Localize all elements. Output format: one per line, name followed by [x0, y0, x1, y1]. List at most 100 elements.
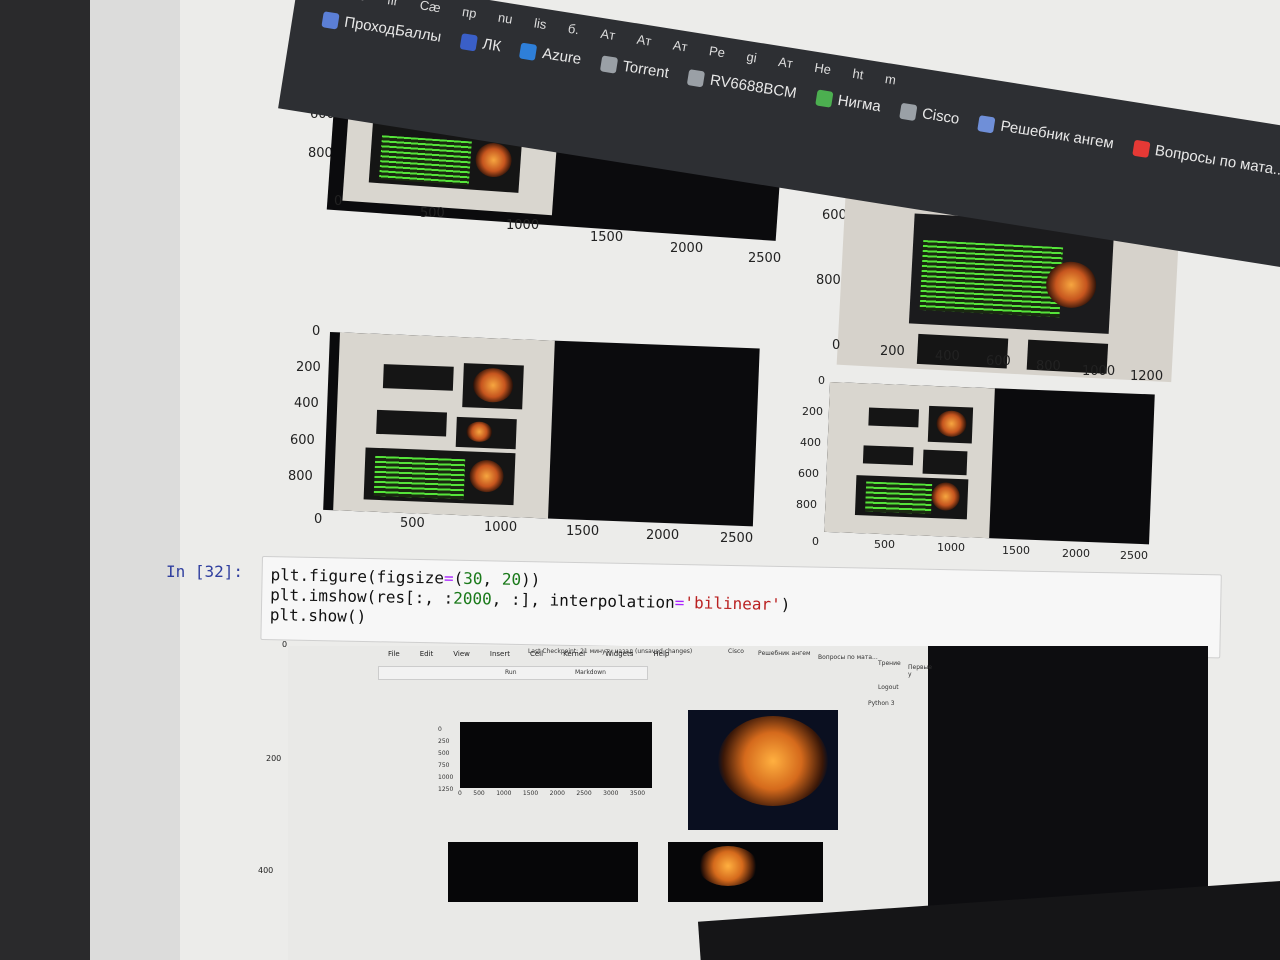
browser-tab[interactable]: Aт: [600, 26, 617, 43]
plot-image: [824, 382, 1155, 545]
y-tick: 0: [312, 324, 321, 339]
y-tick: 0: [282, 640, 288, 649]
y-tick: 600: [290, 433, 315, 448]
bookmark-label: Решебник ангем: [999, 117, 1115, 153]
y-tick: 200: [296, 360, 321, 375]
bookmark-label: ЛК: [481, 35, 503, 56]
browser-tab[interactable]: Pе: [708, 43, 726, 60]
browser-tab[interactable]: m: [884, 71, 897, 88]
bookmark-item[interactable]: Torrent: [599, 54, 671, 82]
y-tick: 600: [798, 467, 819, 480]
bookmark-label: Вопросы по мата...: [1153, 142, 1280, 180]
x-tick: 2000: [646, 528, 680, 543]
x-tick: 1000: [1082, 364, 1116, 379]
firework-image: [718, 716, 828, 806]
x-tick: 800: [1036, 359, 1061, 374]
eu-icon: [459, 32, 478, 51]
x-tick: 0: [314, 512, 323, 527]
output-bookmark: Первые у: [908, 664, 932, 678]
x-tick: 0: [334, 194, 343, 209]
x-tick: 1000: [937, 541, 965, 554]
browser-tab[interactable]: eratins: [326, 0, 367, 4]
x-tick: 600: [986, 354, 1011, 369]
y-tick: 0: [818, 374, 825, 387]
x-tick: 1200: [1130, 369, 1164, 384]
cell-prompt: In [32]:: [166, 562, 244, 581]
bookmark-item[interactable]: ПроходБаллы: [321, 10, 442, 46]
y-tick: 800: [308, 146, 333, 161]
x-tick: 500: [420, 206, 445, 221]
x-tick: 1500: [566, 524, 600, 539]
bookmark-label: Torrent: [621, 57, 671, 82]
output-subplot: [448, 842, 638, 902]
folder-icon: [599, 54, 618, 74]
browser-tab[interactable]: Hе: [813, 60, 832, 77]
browser-tab[interactable]: Aт: [636, 32, 653, 49]
browser-tab[interactable]: Cæ: [419, 0, 442, 15]
x-tick: 2000: [670, 241, 704, 256]
bookmark-label: Azure: [541, 45, 583, 68]
output-bookmark: Решебник ангем: [758, 650, 811, 657]
x-tick: 400: [935, 349, 960, 364]
firework-image: [698, 846, 758, 886]
output-kernel: Python 3: [868, 700, 895, 707]
bookmark-label: Нигма: [836, 91, 883, 116]
page-left-margin: [90, 0, 180, 960]
output-checkpoint: Last Checkpoint: 21 минуту назад (unsave…: [528, 648, 693, 655]
browser-tab[interactable]: gi: [746, 49, 758, 65]
y-tick: 200: [802, 405, 823, 418]
browser-tab[interactable]: б.: [567, 21, 580, 38]
bookmark-item[interactable]: Вопросы по мата...: [1132, 139, 1280, 180]
y-tick: 400: [294, 396, 319, 411]
output-x-ticks: 0 500 1000 1500 2000 2500 3000 3500: [458, 790, 646, 797]
browser-tab[interactable]: nu: [497, 10, 514, 27]
globe-icon: [687, 68, 706, 87]
red-icon: [1132, 139, 1151, 158]
x-tick: 1500: [1002, 544, 1030, 557]
y-tick: 400: [258, 866, 274, 875]
folder-icon: [899, 102, 918, 121]
x-tick: 2500: [1120, 549, 1148, 562]
azure-icon: [519, 42, 538, 61]
output-y-ticks: 0 250 500 750 1000 1250: [438, 726, 454, 793]
y-tick: 400: [800, 436, 821, 449]
x-tick: 1000: [506, 218, 540, 233]
x-tick: 0: [832, 338, 841, 353]
bookmark-label: Cisco: [920, 105, 961, 128]
folder-icon: [321, 10, 340, 30]
output-toolbar: Run Markdown: [378, 666, 648, 680]
browser-tab[interactable]: пр: [461, 4, 477, 21]
x-tick: 2500: [748, 251, 782, 266]
output-subplot: [460, 722, 652, 788]
bookmark-label: ПроходБаллы: [343, 13, 443, 46]
bookmark-item[interactable]: ЛК: [459, 32, 502, 55]
y-tick: 800: [816, 273, 841, 288]
x-tick: 2000: [1062, 547, 1090, 560]
bookmark-item[interactable]: RV6688BCM: [687, 68, 798, 102]
bookmark-item[interactable]: Cisco: [899, 102, 961, 128]
globe-icon: [977, 114, 997, 133]
browser-tab[interactable]: fir: [386, 0, 399, 9]
x-tick: 1000: [484, 520, 518, 535]
bookmark-item[interactable]: Нигма: [814, 88, 883, 116]
output-bookmark: Cisco: [728, 648, 744, 655]
bookmark-item[interactable]: Azure: [519, 42, 582, 68]
browser-tab[interactable]: Aт: [672, 37, 689, 54]
browser-tab[interactable]: Aт: [777, 54, 794, 71]
browser-tab[interactable]: lis: [533, 15, 547, 32]
y-tick: 800: [796, 498, 817, 511]
x-tick: 0: [812, 535, 819, 548]
output-logout: Logout: [878, 684, 899, 691]
x-tick: 200: [880, 344, 905, 359]
x-tick: 500: [874, 538, 895, 551]
y-tick: 800: [288, 469, 313, 484]
x-tick: 500: [400, 516, 425, 531]
plot-image: [323, 332, 760, 527]
bookmark-item[interactable]: Решебник ангем: [977, 114, 1115, 153]
plant-icon: [814, 88, 834, 108]
x-tick: 2500: [720, 531, 754, 546]
bookmark-label: RV6688BCM: [708, 71, 798, 103]
y-tick: 600: [822, 208, 847, 223]
output-bookmark: Трение: [878, 660, 901, 667]
browser-tab[interactable]: ht: [852, 66, 865, 83]
